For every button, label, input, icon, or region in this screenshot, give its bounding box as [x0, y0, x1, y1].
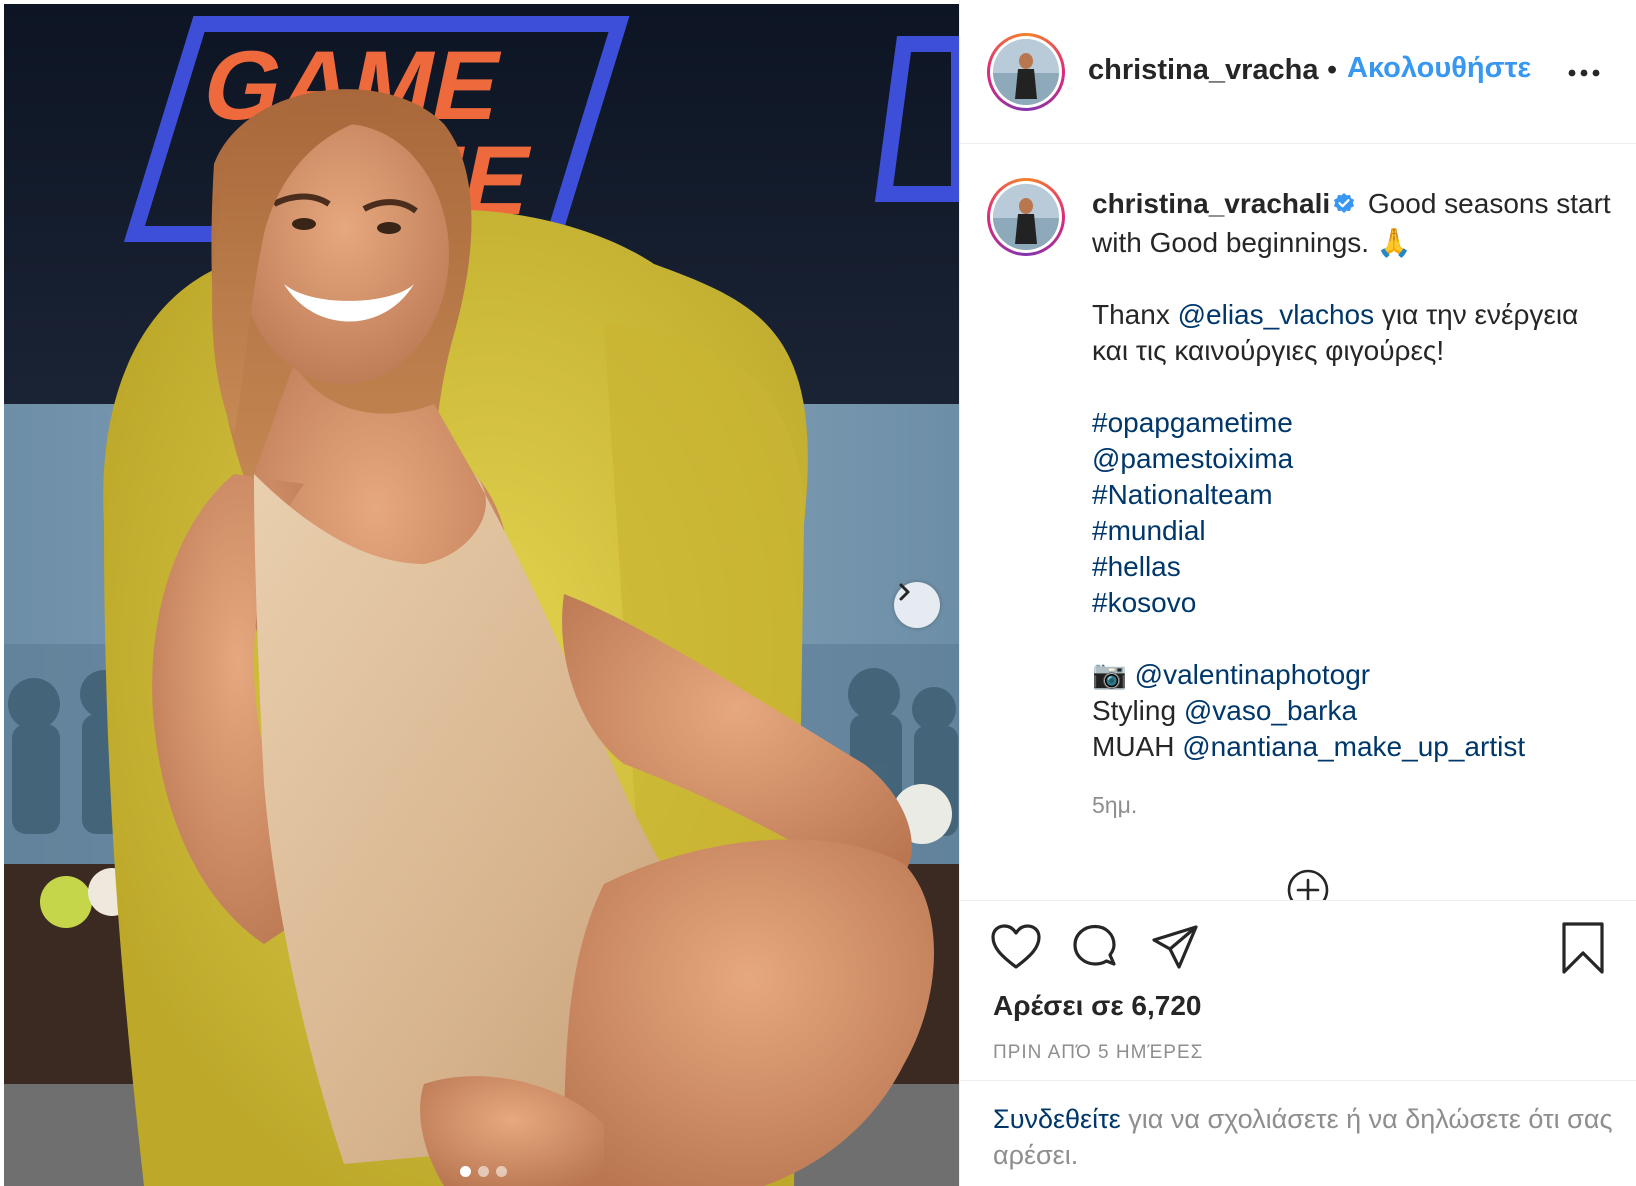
hashtag-link[interactable]: #kosovo: [1092, 585, 1612, 621]
muah-prefix: MUAH: [1092, 731, 1183, 762]
carousel-dot: [496, 1166, 507, 1177]
header-avatar[interactable]: [987, 33, 1065, 111]
more-dots-icon: [1568, 69, 1600, 77]
header-separator: •: [1327, 54, 1338, 86]
load-more-comments-button[interactable]: [1286, 868, 1330, 900]
plus-circle-icon: [1287, 869, 1329, 900]
comment-button[interactable]: [1070, 923, 1120, 978]
carousel-dot: [478, 1166, 489, 1177]
heart-icon: [991, 924, 1041, 969]
mention-link[interactable]: @pamestoixima: [1092, 441, 1612, 477]
follow-button[interactable]: Ακολουθήστε: [1347, 52, 1531, 85]
avatar: [993, 39, 1059, 105]
action-bar: [960, 900, 1636, 990]
header-username-link[interactable]: christina_vracha: [1088, 54, 1319, 87]
bookmark-icon: [1562, 922, 1604, 974]
chevron-right-icon: [899, 583, 910, 601]
caption-avatar[interactable]: [987, 178, 1065, 256]
login-prompt-text: Συνδεθείτε για να σχολιάσετε ή να δηλώσε…: [993, 1101, 1613, 1173]
hashtag-link[interactable]: #hellas: [1092, 549, 1612, 585]
hashtag-link[interactable]: #mundial: [1092, 513, 1612, 549]
mention-link[interactable]: @valentinaphotogr: [1135, 659, 1370, 690]
post-header: christina_vracha • Ακολουθήστε: [960, 0, 1636, 144]
like-button[interactable]: [990, 923, 1042, 976]
post-timestamp: ΠΡΙΝ ΑΠΌ 5 ΗΜΈΡΕΣ: [993, 1042, 1204, 1063]
post-side-panel: christina_vracha • Ακολουθήστε christina…: [959, 0, 1636, 1186]
hashtag-link[interactable]: #Nationalteam: [1092, 477, 1612, 513]
hashtag-link[interactable]: #opapgametime: [1092, 405, 1612, 441]
mention-link[interactable]: @nantiana_make_up_artist: [1182, 731, 1525, 762]
caption-username-link[interactable]: christina_vrachali: [1092, 188, 1330, 219]
paper-plane-icon: [1152, 925, 1198, 969]
more-options-button[interactable]: [1564, 58, 1604, 88]
share-button[interactable]: [1150, 923, 1200, 978]
verified-badge-icon: [1332, 189, 1356, 225]
styling-prefix: Styling: [1092, 695, 1184, 726]
login-link[interactable]: Συνδεθείτε: [993, 1104, 1121, 1134]
comment-icon: [1073, 924, 1116, 966]
login-prompt: Συνδεθείτε για να σχολιάσετε ή να δηλώσε…: [960, 1080, 1636, 1186]
caption-time: 5ημ.: [1092, 792, 1138, 818]
save-button[interactable]: [1560, 921, 1606, 980]
carousel-next-button[interactable]: [894, 582, 940, 628]
photo-illustration: GAME TIME: [4, 4, 959, 1186]
mention-link[interactable]: @elias_vlachos: [1178, 299, 1375, 330]
carousel-dot: [460, 1166, 471, 1177]
caption-text: christina_vrachali Good seasons start wi…: [1092, 186, 1612, 823]
post-photo[interactable]: GAME TIME: [4, 4, 959, 1186]
thanks-prefix: Thanx: [1092, 299, 1178, 330]
likes-count[interactable]: Αρέσει σε 6,720: [993, 990, 1201, 1022]
caption-section: christina_vrachali Good seasons start wi…: [960, 144, 1636, 900]
mention-link[interactable]: @vaso_barka: [1184, 695, 1357, 726]
avatar: [993, 184, 1059, 250]
camera-icon: 📷: [1092, 659, 1127, 690]
carousel-indicator: [460, 1166, 507, 1177]
instagram-post-window: GAME TIME: [0, 0, 1636, 1186]
